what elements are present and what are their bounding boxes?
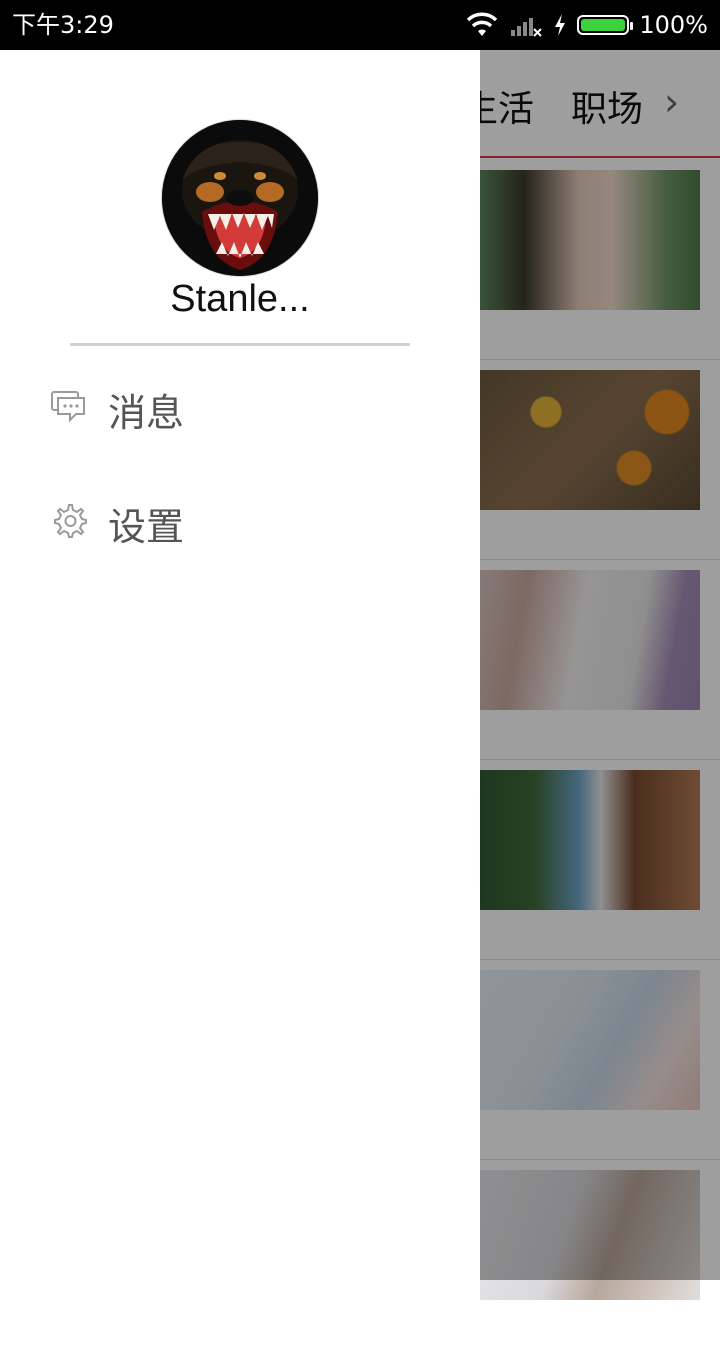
battery-percentage: 100% <box>639 11 708 39</box>
avatar[interactable] <box>162 120 318 276</box>
navigation-drawer: Stanle... 消息 设置 <box>0 50 480 1280</box>
battery-icon <box>577 15 634 35</box>
charging-icon <box>555 14 566 36</box>
chat-icon <box>51 391 85 423</box>
gear-icon <box>54 504 87 538</box>
status-icons: 100% <box>465 8 708 42</box>
menu-item-label: 设置 <box>108 505 185 549</box>
menu-item-settings[interactable]: 设置 <box>0 474 480 564</box>
signal-icon <box>511 18 543 37</box>
dog-avatar <box>162 120 318 276</box>
drawer-divider <box>70 343 410 346</box>
status-bar: 下午3:29 100% <box>0 0 720 50</box>
menu-item-messages[interactable]: 消息 <box>0 360 480 450</box>
wifi-icon <box>467 12 498 36</box>
status-time: 下午3:29 <box>12 11 114 39</box>
menu-item-label: 消息 <box>108 391 185 435</box>
username[interactable]: Stanle... <box>0 278 480 321</box>
